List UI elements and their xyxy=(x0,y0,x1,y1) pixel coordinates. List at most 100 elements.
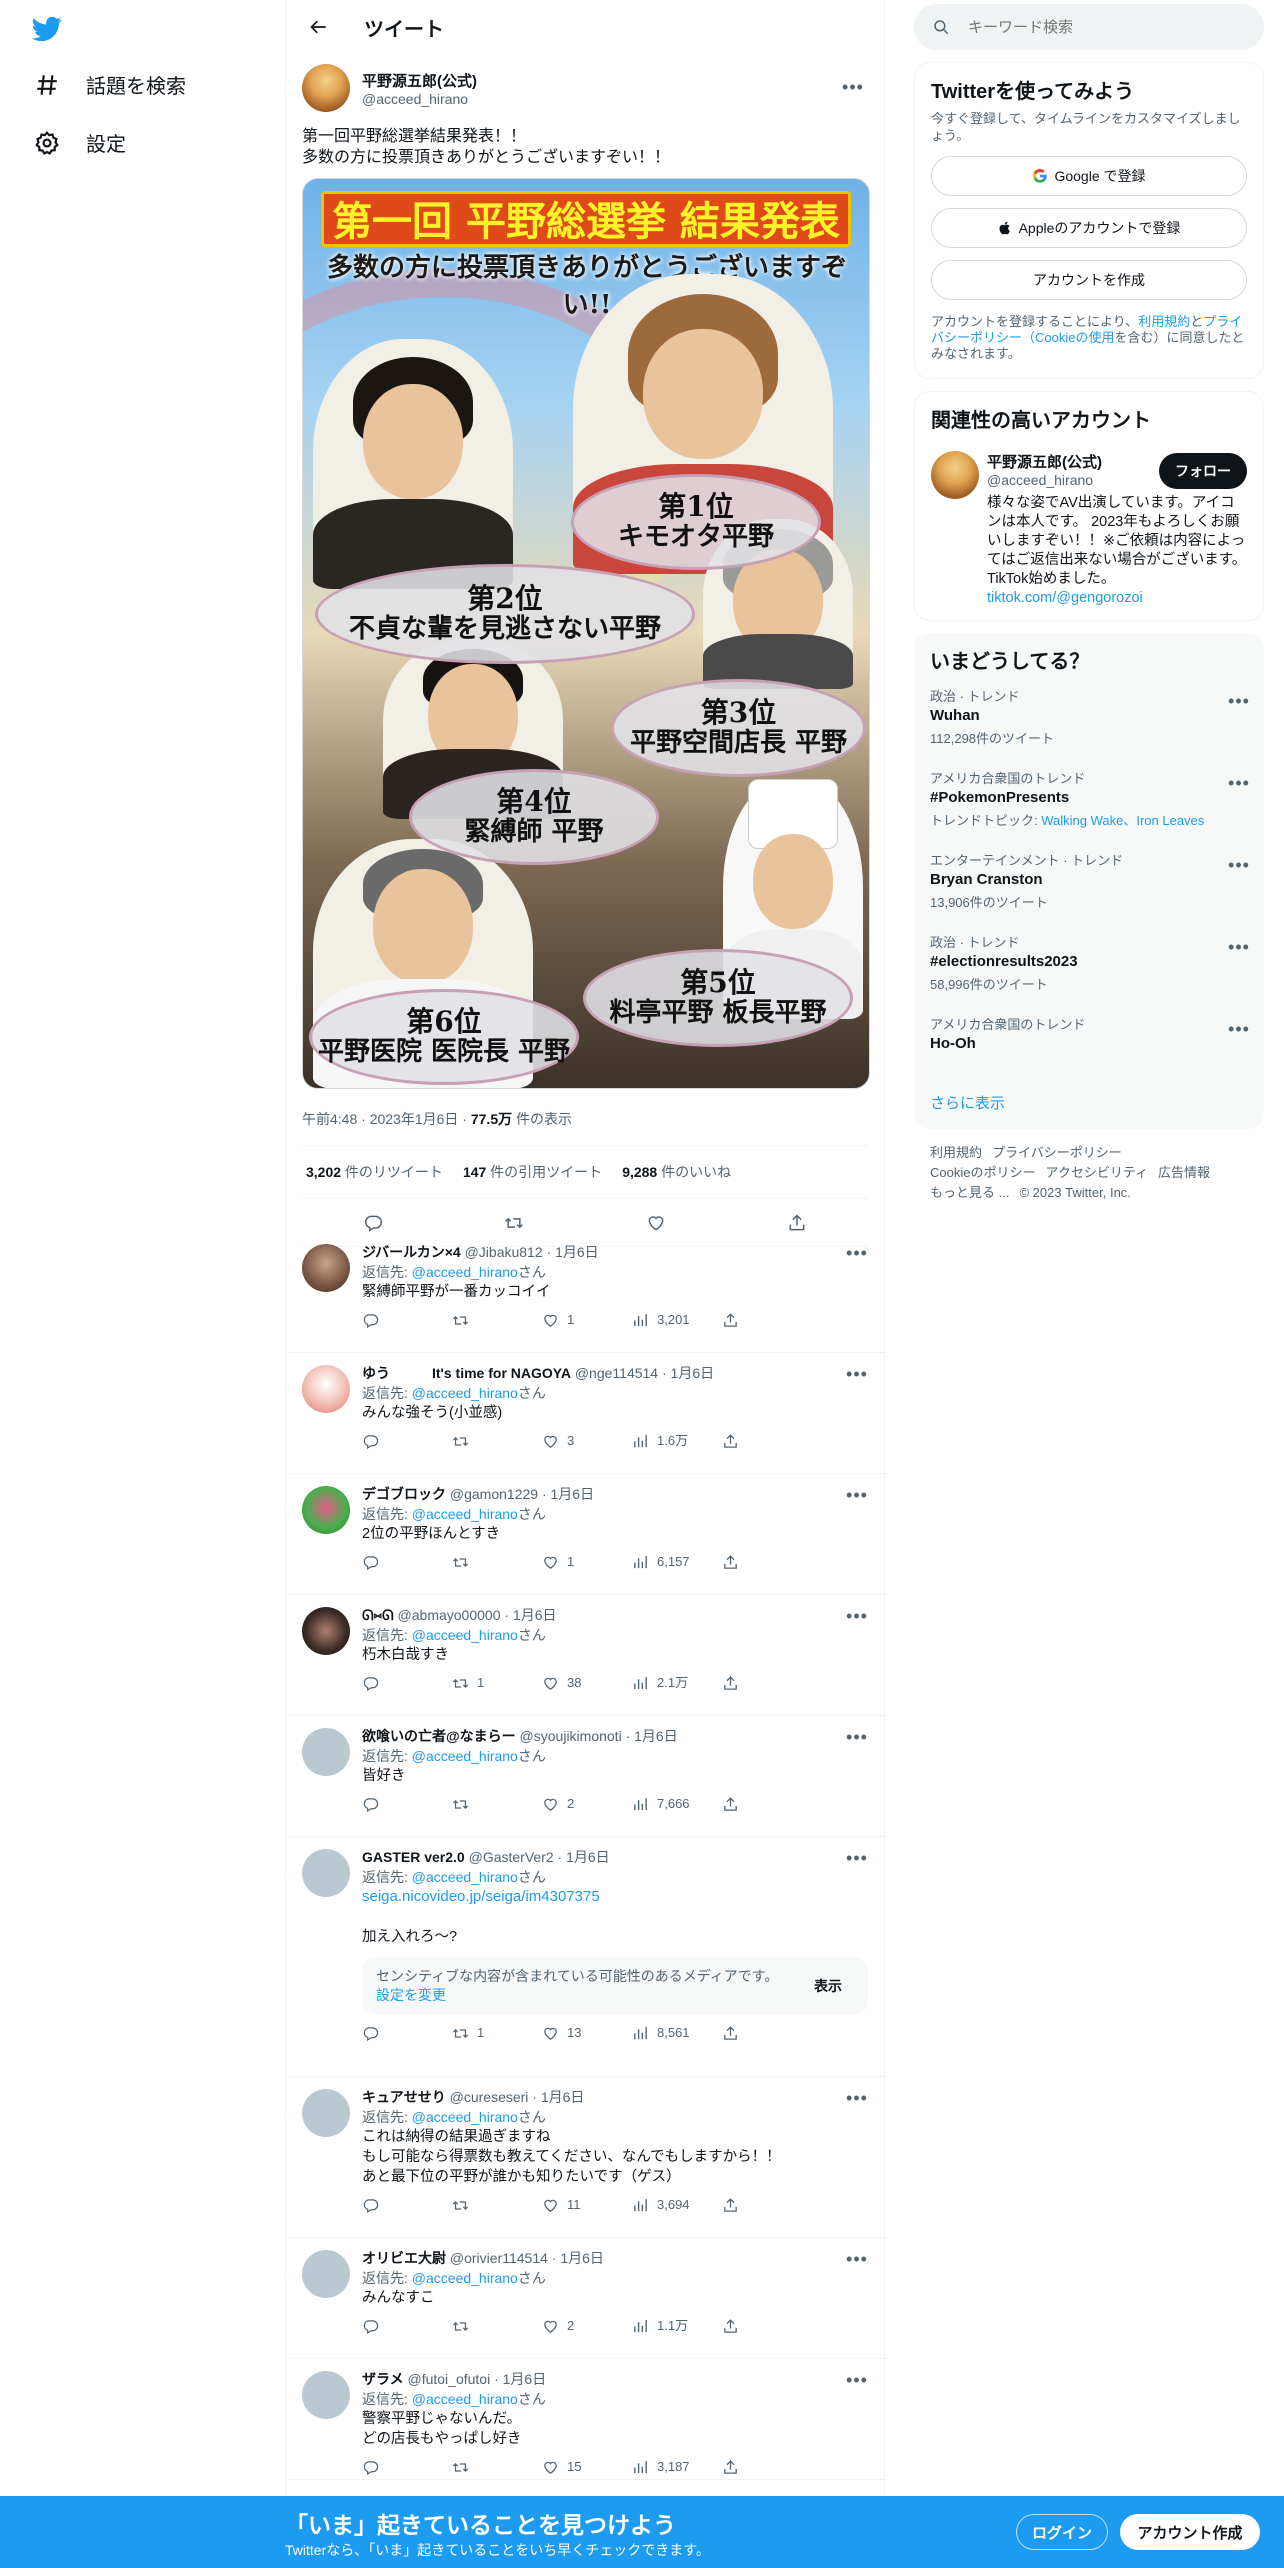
retweet-button[interactable]: 1 xyxy=(452,1673,542,1693)
share-button[interactable] xyxy=(722,1431,762,1451)
like-button[interactable]: 2 xyxy=(542,1794,632,1814)
reply-button[interactable] xyxy=(362,1673,452,1693)
share-button[interactable] xyxy=(722,1310,762,1330)
reply-avatar[interactable] xyxy=(302,1849,350,1897)
terms-link[interactable]: 利用規約 xyxy=(1138,314,1190,329)
reply-date[interactable]: · 1月6日 xyxy=(543,1244,599,1260)
search-box[interactable] xyxy=(914,4,1264,50)
more-options-icon[interactable]: ••• xyxy=(838,72,868,102)
more-options-icon[interactable]: ••• xyxy=(842,2365,872,2395)
like-button[interactable]: 13 xyxy=(542,2023,632,2043)
more-options-icon[interactable]: ••• xyxy=(842,1722,872,1752)
reply-author-name[interactable]: キュアせせり xyxy=(362,2089,446,2105)
more-options-icon[interactable]: ••• xyxy=(1224,768,1254,798)
retweet-button[interactable] xyxy=(452,2195,542,2215)
reply-date[interactable]: · 1月6日 xyxy=(538,1486,594,1502)
reply-avatar[interactable] xyxy=(302,2250,350,2298)
trend-item[interactable]: 政治 · トレンド Wuhan 112,298件のツイート ••• xyxy=(914,678,1264,760)
views-button[interactable]: 3,201 xyxy=(632,1310,722,1330)
reply-author-handle[interactable]: @cureseseri xyxy=(450,2089,529,2105)
share-button[interactable] xyxy=(722,1552,762,1572)
reply-author-handle[interactable]: @Jibaku812 xyxy=(465,1244,543,1260)
reply-button[interactable] xyxy=(362,1552,452,1572)
login-button[interactable]: ログイン xyxy=(1016,2514,1108,2550)
reply-author-name[interactable]: ᘏ⑅ᘏ xyxy=(362,1607,394,1623)
reply-date[interactable]: · 1月6日 xyxy=(554,1849,610,1865)
create-account-button[interactable]: アカウントを作成 xyxy=(931,260,1247,300)
back-button[interactable] xyxy=(302,10,336,44)
reply-author-handle[interactable]: @nge114514 xyxy=(575,1365,658,1381)
trend-item[interactable]: アメリカ合衆国のトレンド #PokemonPresents トレンドトピック: Wa… xyxy=(914,760,1264,842)
footer-ads-link[interactable]: 広告情報 xyxy=(1158,1165,1210,1180)
author-name[interactable]: 平野源五郎(公式) xyxy=(362,70,477,91)
reply-button[interactable] xyxy=(362,2023,452,2043)
change-settings-link[interactable]: 設定を変更 xyxy=(376,1987,446,2003)
reply-button[interactable] xyxy=(362,1310,452,1330)
reply-tweet[interactable]: ••• オリビエ大尉 @orivier114514 · 1月6日 返信先: @acc… xyxy=(286,2238,886,2359)
nav-settings[interactable]: 設定 xyxy=(34,128,126,157)
reply-author-handle[interactable]: @futoi_ofutoi xyxy=(407,2371,490,2387)
share-button[interactable] xyxy=(722,1673,762,1693)
reply-avatar[interactable] xyxy=(302,1607,350,1655)
more-options-icon[interactable]: ••• xyxy=(842,1843,872,1873)
reply-avatar[interactable] xyxy=(302,1728,350,1776)
reply-author-name[interactable]: オリビエ大尉 xyxy=(362,2250,446,2266)
trend-topic-links[interactable]: Walking Wake、Iron Leaves xyxy=(1041,813,1204,828)
show-media-button[interactable]: 表示 xyxy=(802,1970,854,2002)
views-button[interactable]: 2.1万 xyxy=(632,1673,722,1693)
retweet-button[interactable] xyxy=(452,1794,542,1814)
share-button[interactable] xyxy=(722,2023,762,2043)
reply-to-mention[interactable]: @acceed_hirano xyxy=(412,1385,518,1401)
reply-date[interactable]: · 1月6日 xyxy=(548,2250,604,2266)
retweet-button[interactable] xyxy=(452,2457,542,2477)
reply-button[interactable] xyxy=(362,1794,452,1814)
reply-avatar[interactable] xyxy=(302,2371,350,2419)
like-button[interactable]: 15 xyxy=(542,2457,632,2477)
like-stat[interactable]: 9,288 件のいいね xyxy=(622,1162,731,1182)
share-button[interactable] xyxy=(722,2316,762,2336)
reply-author-name[interactable]: デゴブロック xyxy=(362,1486,446,1502)
like-button[interactable]: 38 xyxy=(542,1673,632,1693)
like-button[interactable]: 3 xyxy=(542,1431,632,1451)
share-button[interactable] xyxy=(722,1794,762,1814)
signup-button[interactable]: アカウント作成 xyxy=(1120,2514,1260,2550)
apple-signup-button[interactable]: Appleのアカウントで登録 xyxy=(931,208,1247,248)
reply-to-mention[interactable]: @acceed_hirano xyxy=(412,2270,518,2286)
reply-author-handle[interactable]: @GasterVer2 xyxy=(469,1849,554,1865)
tweet-image[interactable]: 第一回 平野総選挙 結果発表 多数の方に投票頂きありがとうございますぞい!! 第… xyxy=(302,178,870,1089)
reply-author-name[interactable]: 欲喰いの亡者@なまらー xyxy=(362,1728,516,1744)
views-button[interactable]: 7,666 xyxy=(632,1794,722,1814)
reply-date[interactable]: · 1月6日 xyxy=(622,1728,678,1744)
reply-author-handle[interactable]: @gamon1229 xyxy=(450,1486,538,1502)
reply-author-name[interactable]: ジバールカン×4 xyxy=(362,1244,461,1260)
retweet-button[interactable]: 1 xyxy=(452,2023,542,2043)
reply-link[interactable]: seiga.nicovideo.jp/seiga/im4307375 xyxy=(362,1888,600,1905)
footer-accessibility-link[interactable]: アクセシビリティ xyxy=(1045,1165,1148,1180)
more-options-icon[interactable]: ••• xyxy=(842,2244,872,2274)
author-handle[interactable]: @acceed_hirano xyxy=(362,91,477,107)
twitter-logo-icon[interactable] xyxy=(30,14,64,44)
like-button[interactable]: 1 xyxy=(542,1310,632,1330)
related-account[interactable]: 平野源五郎(公式) @acceed_hirano フォロー 様々な姿でAV出演し… xyxy=(931,451,1247,608)
reply-date[interactable]: · 1月6日 xyxy=(528,2089,584,2105)
share-button[interactable] xyxy=(722,2195,762,2215)
reply-button[interactable] xyxy=(362,2316,452,2336)
reply-to-mention[interactable]: @acceed_hirano xyxy=(412,2109,518,2125)
cookie-link[interactable]: Cookieの使用 xyxy=(1035,330,1114,345)
views-button[interactable]: 1.1万 xyxy=(632,2316,722,2336)
reply-to-mention[interactable]: @acceed_hirano xyxy=(412,2391,518,2407)
reply-to-mention[interactable]: @acceed_hirano xyxy=(412,1264,518,1280)
google-signup-button[interactable]: Google で登録 xyxy=(931,156,1247,196)
trend-item[interactable]: エンターテインメント · トレンド Bryan Cranston 13,906件のツ… xyxy=(914,842,1264,924)
reply-tweet[interactable]: ••• ジバールカン×4 @Jibaku812 · 1月6日 返信先: @accee… xyxy=(286,1232,886,1353)
tweet-timestamp[interactable]: 午前4:48 · 2023年1月6日 · xyxy=(302,1111,471,1127)
related-avatar[interactable] xyxy=(931,451,979,499)
reply-author-name[interactable]: GASTER ver2.0 xyxy=(362,1849,465,1865)
reply-author-name[interactable]: ゆう It's time for NAGOYA xyxy=(362,1365,571,1381)
reply-date[interactable]: · 1月6日 xyxy=(500,1607,556,1623)
reply-tweet[interactable]: ••• 欲喰いの亡者@なまらー @syoujikimonoti · 1月6日 返信先… xyxy=(286,1716,886,1837)
views-button[interactable]: 1.6万 xyxy=(632,1431,722,1451)
show-more-link[interactable]: さらに表示 xyxy=(914,1088,1264,1129)
reply-tweet[interactable]: ••• キュアせせり @cureseseri · 1月6日 返信先: @acceed… xyxy=(286,2077,886,2238)
reply-author-handle[interactable]: @orivier114514 xyxy=(450,2250,548,2266)
